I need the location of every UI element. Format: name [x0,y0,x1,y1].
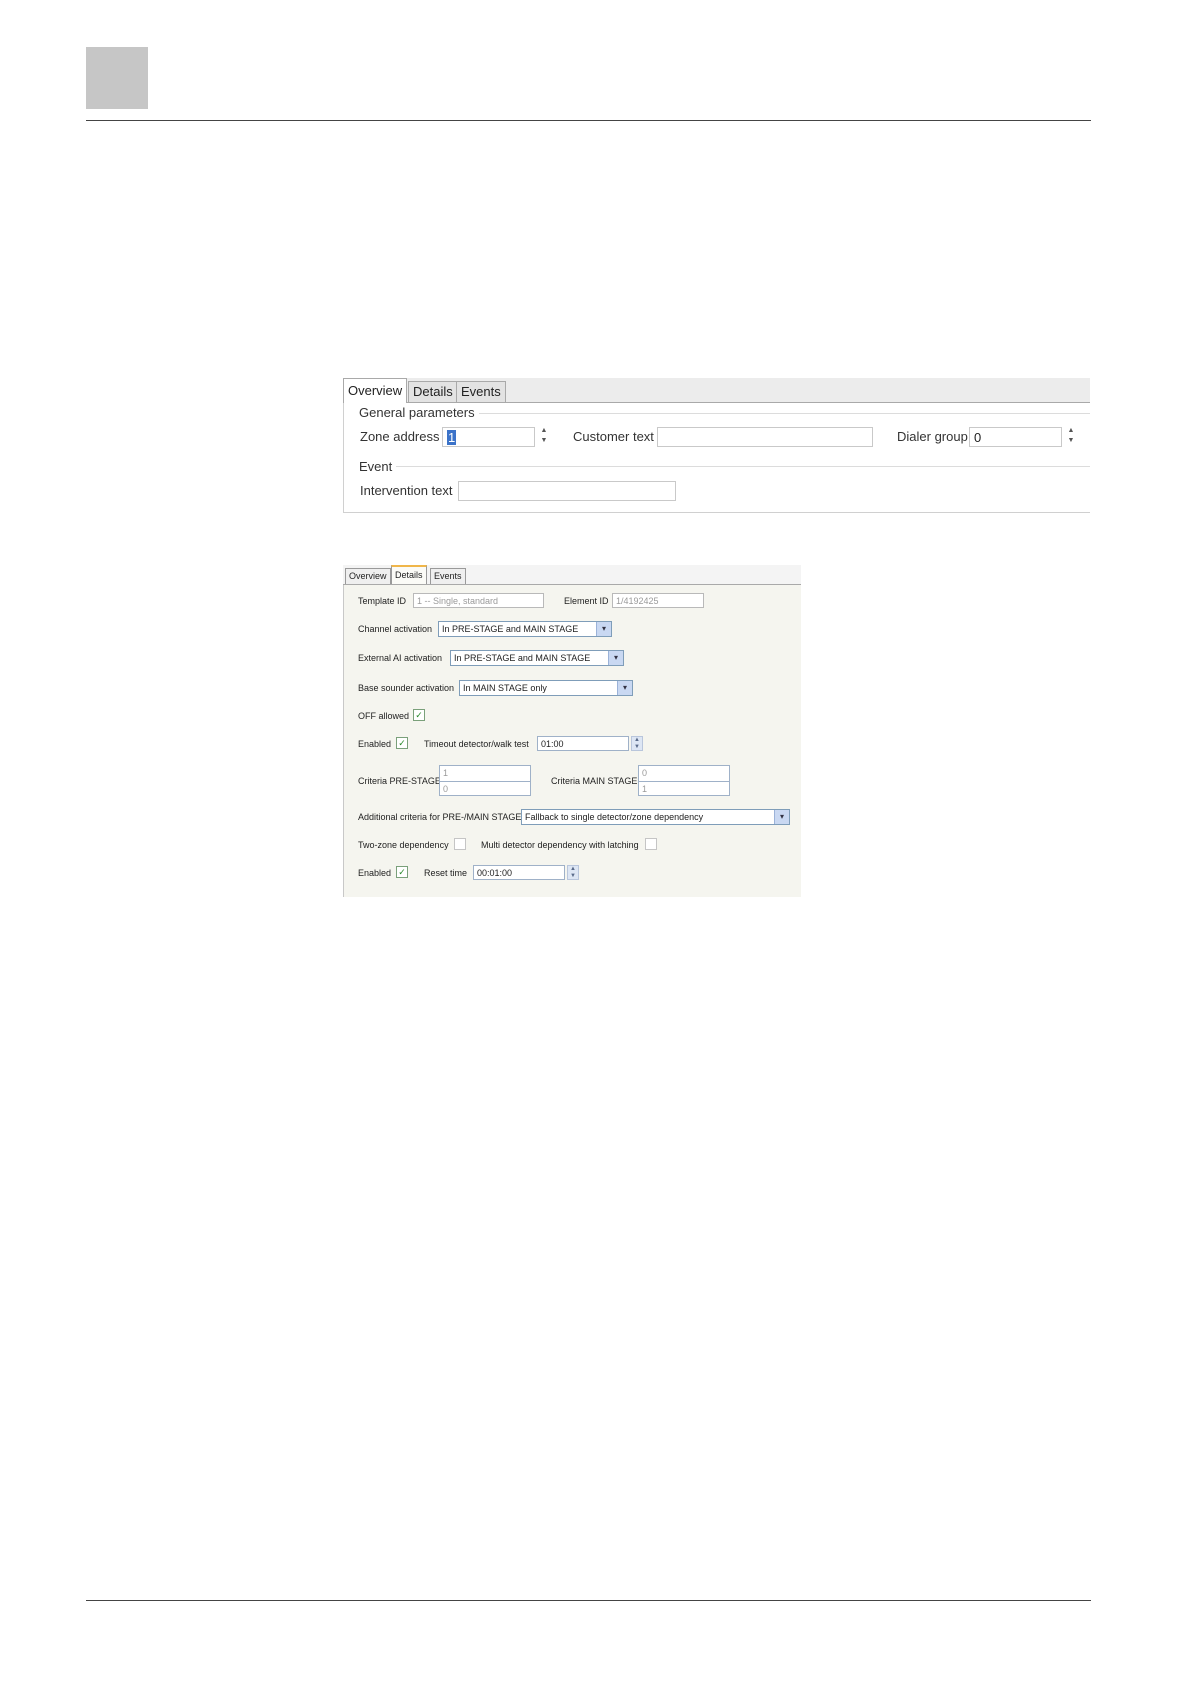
timeout-stepper[interactable]: ▲ ▼ [631,736,643,751]
spin-down-icon[interactable]: ▼ [1068,437,1075,444]
base-sounder-activation-value: In MAIN STAGE only [463,683,547,693]
channel-activation-select[interactable]: In PRE-STAGE and MAIN STAGE ▾ [438,621,612,637]
tab-details[interactable]: Details [391,565,427,584]
channel-activation-label: Channel activation [358,624,433,634]
criteria-main-stage-value: 0 [642,768,648,778]
criteria-pre-stage-label: Criteria PRE-STAGE [358,776,441,786]
footer-rule [86,1600,1091,1601]
enabled-checkbox[interactable]: ✓ [396,866,408,878]
external-ai-activation-value: In PRE-STAGE and MAIN STAGE [454,653,591,663]
spin-up-icon[interactable]: ▲ [570,866,576,872]
additional-criteria-label: Additional criteria for PRE-/MAIN STAGE [358,812,522,822]
dialer-group-stepper[interactable]: ▲ ▼ [1064,426,1078,448]
tab-events[interactable]: Events [456,381,506,402]
spin-up-icon[interactable]: ▲ [1068,427,1075,434]
dialer-group-input[interactable]: 0 [969,427,1062,447]
criteria-pre-stage-value: 1 [443,768,449,778]
template-id-label: Template ID [358,596,407,606]
element-id-label: Element ID [564,596,609,606]
chevron-down-icon[interactable]: ▾ [774,810,789,824]
header-rule [86,120,1091,121]
zone-address-value: 1 [447,430,457,445]
general-parameters-title: General parameters [359,405,479,420]
details-tab-body: Template ID 1 -- Single, standard Elemen… [343,585,801,897]
reset-time-stepper[interactable]: ▲ ▼ [567,865,579,880]
tab-details[interactable]: Details [408,381,458,402]
tab-overview[interactable]: Overview [343,378,408,403]
customer-text-label: Customer text [573,429,654,444]
zone-address-stepper[interactable]: ▲ ▼ [537,426,551,448]
tab-events[interactable]: Events [430,568,466,584]
zone-address-label: Zone address [360,429,440,444]
enabled-label: Enabled [358,739,392,749]
chevron-down-icon[interactable]: ▾ [596,622,611,636]
spin-down-icon[interactable]: ▼ [541,437,548,444]
chapter-marker-block [86,47,148,109]
spin-up-icon[interactable]: ▲ [634,737,640,743]
two-zone-dependency-label: Two-zone dependency [358,840,449,850]
group-divider [464,413,1090,414]
two-zone-dependency-checkbox[interactable] [454,838,466,850]
chevron-down-icon[interactable]: ▾ [608,651,623,665]
zone-address-input[interactable]: 1 [442,427,535,447]
channel-activation-value: In PRE-STAGE and MAIN STAGE [442,624,579,634]
criteria-main-stage-label: Criteria MAIN STAGE [551,776,638,786]
event-title: Event [359,459,397,474]
off-allowed-label: OFF allowed [358,711,410,721]
template-id-field: 1 -- Single, standard [413,593,544,608]
external-ai-activation-select[interactable]: In PRE-STAGE and MAIN STAGE ▾ [450,650,624,666]
tab-bar: Overview Details Events [343,378,1090,403]
additional-criteria-select[interactable]: Fallback to single detector/zone depende… [521,809,790,825]
group-divider [394,466,1090,467]
multi-detector-dependency-checkbox[interactable] [645,838,657,850]
multi-detector-dependency-label: Multi detector dependency with latching [481,840,639,850]
details-panel-screenshot: Overview Details Events Template ID 1 --… [343,565,801,897]
off-allowed-checkbox[interactable]: ✓ [413,709,425,721]
additional-criteria-value: Fallback to single detector/zone depende… [525,812,704,822]
intervention-text-input[interactable] [458,481,676,501]
enabled-checkbox[interactable]: ✓ [396,737,408,749]
reset-time-input[interactable]: 00:01:00 [473,865,565,880]
tab-bar: Overview Details Events [343,565,801,585]
customer-text-input[interactable] [657,427,873,447]
external-ai-activation-label: External AI activation [358,653,443,663]
criteria-pre-stage-value: 0 [440,781,530,797]
enabled-label: Enabled [358,868,392,878]
reset-time-label: Reset time [424,868,468,878]
criteria-main-stage-field[interactable]: 0 1 [638,765,730,796]
spin-down-icon[interactable]: ▼ [570,873,576,879]
tab-overview[interactable]: Overview [345,568,391,584]
timeout-label: Timeout detector/walk test [424,739,529,749]
base-sounder-activation-select[interactable]: In MAIN STAGE only ▾ [459,680,633,696]
criteria-pre-stage-field[interactable]: 1 0 [439,765,531,796]
criteria-main-stage-value: 1 [639,781,729,797]
intervention-text-label: Intervention text [360,483,453,498]
base-sounder-activation-label: Base sounder activation [358,683,455,693]
dialer-group-label: Dialer group [897,429,968,444]
spin-up-icon[interactable]: ▲ [541,427,548,434]
overview-tab-body: General parameters Zone address 1 ▲ ▼ Cus… [343,403,1090,513]
element-id-field: 1/4192425 [612,593,704,608]
timeout-input[interactable]: 01:00 [537,736,629,751]
overview-panel-screenshot: Overview Details Events General paramete… [343,378,1090,513]
spin-down-icon[interactable]: ▼ [634,744,640,750]
chevron-down-icon[interactable]: ▾ [617,681,632,695]
